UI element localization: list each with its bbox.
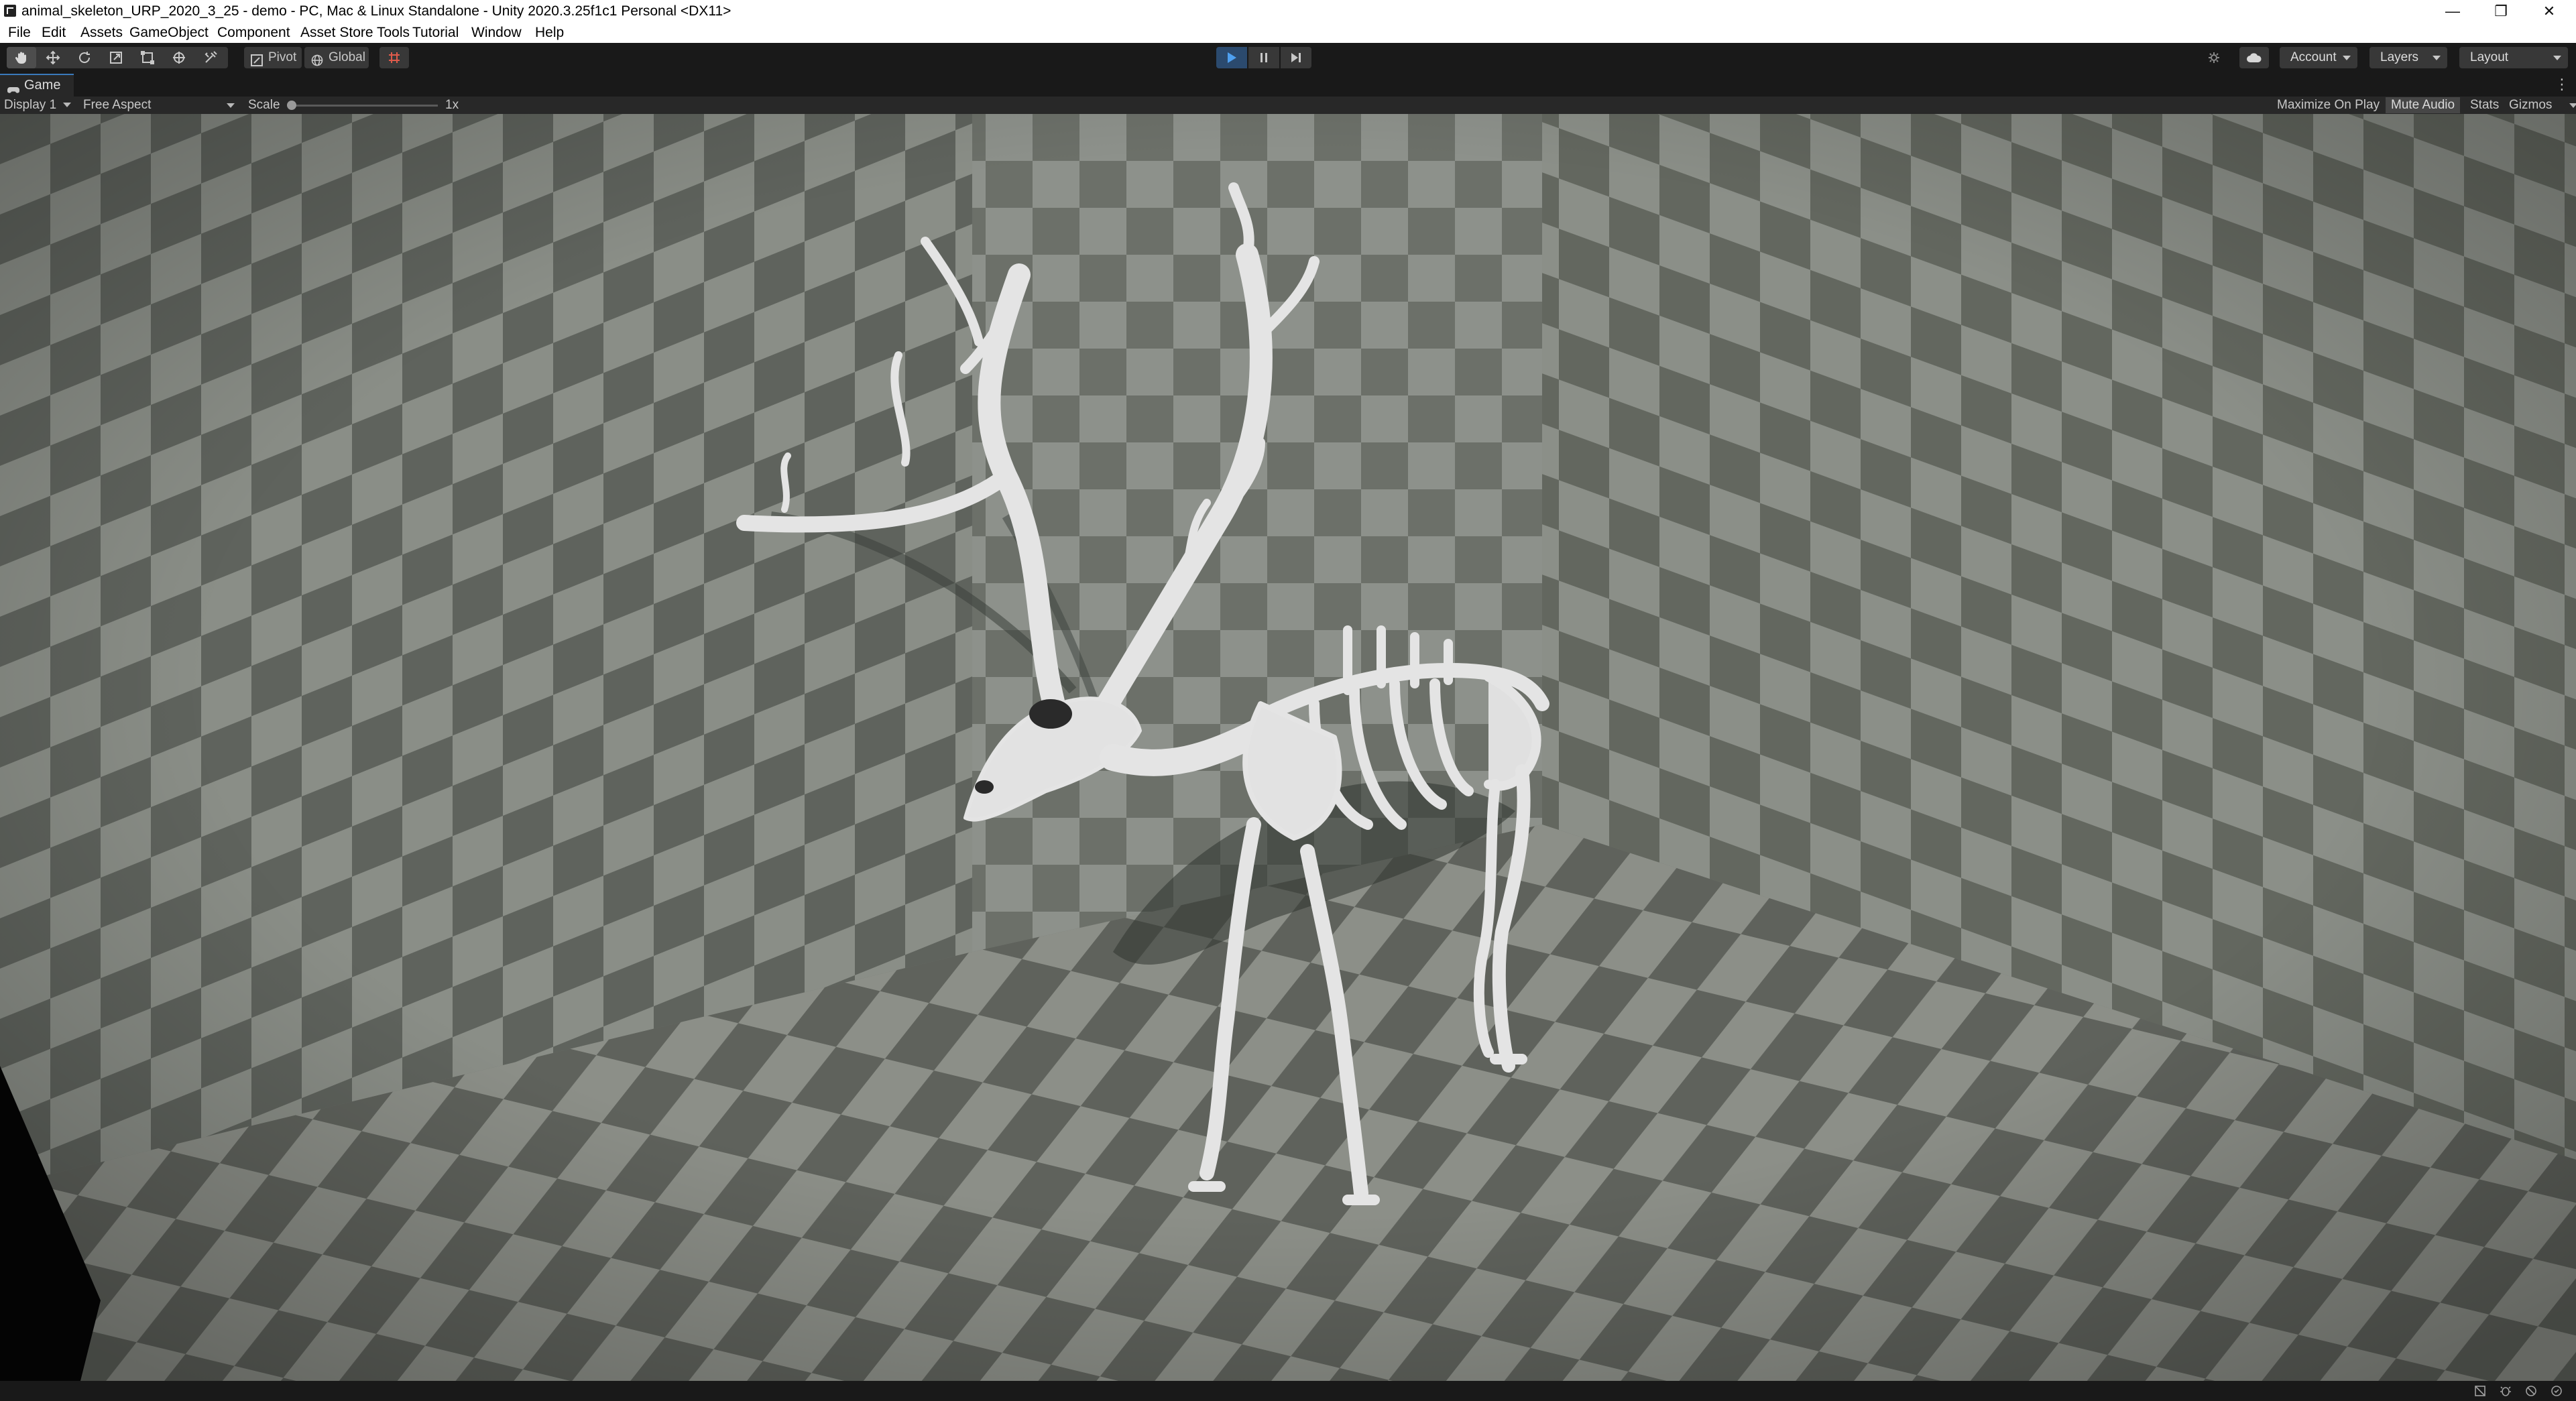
play-button[interactable] — [1216, 47, 1247, 68]
maximize-on-play-toggle[interactable]: Maximize On Play — [2272, 97, 2385, 113]
eye-socket — [1029, 699, 1072, 729]
account-dropdown[interactable]: Account — [2280, 47, 2357, 68]
stats-toggle[interactable]: Stats — [2465, 97, 2504, 113]
scene-render — [0, 114, 2576, 1381]
menu-file[interactable]: File — [8, 23, 31, 43]
transform-tool-icon[interactable] — [164, 47, 194, 68]
aspect-dropdown[interactable]: Free Aspect — [83, 97, 237, 114]
mute-audio-toggle[interactable]: Mute Audio — [2386, 97, 2461, 113]
restore-button[interactable]: ❐ — [2481, 0, 2521, 23]
pivot-icon — [251, 52, 263, 74]
gizmos-label: Gizmos — [2509, 98, 2553, 112]
scale-slider-track[interactable] — [290, 105, 438, 107]
chevron-down-icon — [2553, 56, 2561, 60]
tab-game[interactable]: Game — [0, 74, 74, 97]
display-label: Display 1 — [4, 98, 57, 112]
unity-app-icon — [4, 5, 16, 17]
main-toolbar: Pivot Global Account Layers Layout — [0, 43, 2576, 73]
scale-tool-icon[interactable] — [101, 47, 131, 68]
scale-slider-thumb[interactable] — [287, 101, 296, 110]
pause-icon — [1261, 53, 1267, 62]
globe-icon — [311, 52, 323, 74]
display-dropdown[interactable]: Display 1 — [4, 97, 72, 114]
menu-edit[interactable]: Edit — [42, 23, 66, 43]
pivot-label: Pivot — [268, 50, 297, 64]
play-icon — [1228, 52, 1236, 63]
scale-value: 1x — [445, 98, 459, 112]
aspect-label: Free Aspect — [83, 98, 152, 112]
gizmos-chevron-icon[interactable] — [2569, 103, 2576, 108]
rect-tool-icon[interactable] — [133, 47, 162, 68]
menu-bar: File Edit Assets GameObject Component As… — [0, 23, 2576, 43]
scale-label: Scale — [248, 98, 280, 112]
nostril — [975, 780, 994, 794]
menu-help[interactable]: Help — [535, 23, 564, 43]
hand-tool-icon[interactable] — [7, 47, 36, 68]
menu-window[interactable]: Window — [471, 23, 522, 43]
collab-icon[interactable] — [2474, 1385, 2486, 1397]
tab-game-label: Game — [24, 78, 61, 93]
tab-strip: Game ⋮ — [0, 72, 2576, 97]
layers-label: Layers — [2380, 50, 2419, 64]
menu-asset-store-tools[interactable]: Asset Store Tools — [300, 23, 410, 43]
game-viewport[interactable] — [0, 114, 2576, 1381]
global-label: Global — [329, 50, 365, 64]
gizmos-toggle[interactable]: Gizmos — [2504, 97, 2557, 113]
menu-assets[interactable]: Assets — [80, 23, 123, 43]
chevron-down-icon — [63, 103, 72, 108]
custom-tool-icon[interactable] — [196, 47, 225, 68]
window-title: animal_skeleton_URP_2020_3_25 - demo - P… — [21, 3, 731, 19]
layout-dropdown[interactable]: Layout — [2459, 47, 2568, 68]
cache-icon[interactable] — [2525, 1385, 2537, 1397]
sync-icon[interactable] — [2551, 1385, 2563, 1397]
pause-button[interactable] — [1248, 47, 1279, 68]
window-title-bar: animal_skeleton_URP_2020_3_25 - demo - P… — [0, 0, 2576, 23]
step-icon — [1291, 53, 1301, 62]
cloud-build-icon[interactable] — [2199, 47, 2229, 68]
menu-component[interactable]: Component — [217, 23, 290, 43]
transform-tools — [7, 47, 228, 68]
tab-menu-icon[interactable]: ⋮ — [2555, 75, 2569, 94]
minimize-button[interactable]: — — [2433, 0, 2473, 23]
pivot-toggle[interactable]: Pivot — [244, 47, 302, 68]
rotate-tool-icon[interactable] — [70, 47, 99, 68]
menu-gameobject[interactable]: GameObject — [129, 23, 209, 43]
menu-tutorial[interactable]: Tutorial — [412, 23, 459, 43]
bug-icon[interactable] — [2500, 1385, 2512, 1397]
status-bar — [0, 1381, 2576, 1401]
global-toggle[interactable]: Global — [304, 47, 369, 68]
move-tool-icon[interactable] — [38, 47, 68, 68]
chevron-down-icon — [227, 103, 235, 108]
chevron-down-icon — [2343, 56, 2351, 60]
game-view-toolbar: Display 1 Free Aspect Scale 1x Maximize … — [0, 97, 2576, 114]
cloud-icon[interactable] — [2239, 47, 2269, 68]
step-button[interactable] — [1281, 47, 1311, 68]
account-label: Account — [2290, 50, 2337, 64]
grid-snap-icon[interactable] — [379, 47, 409, 68]
layers-dropdown[interactable]: Layers — [2369, 47, 2447, 68]
close-button[interactable]: ✕ — [2529, 0, 2569, 23]
chevron-down-icon — [2433, 56, 2441, 60]
layout-label: Layout — [2470, 50, 2509, 64]
